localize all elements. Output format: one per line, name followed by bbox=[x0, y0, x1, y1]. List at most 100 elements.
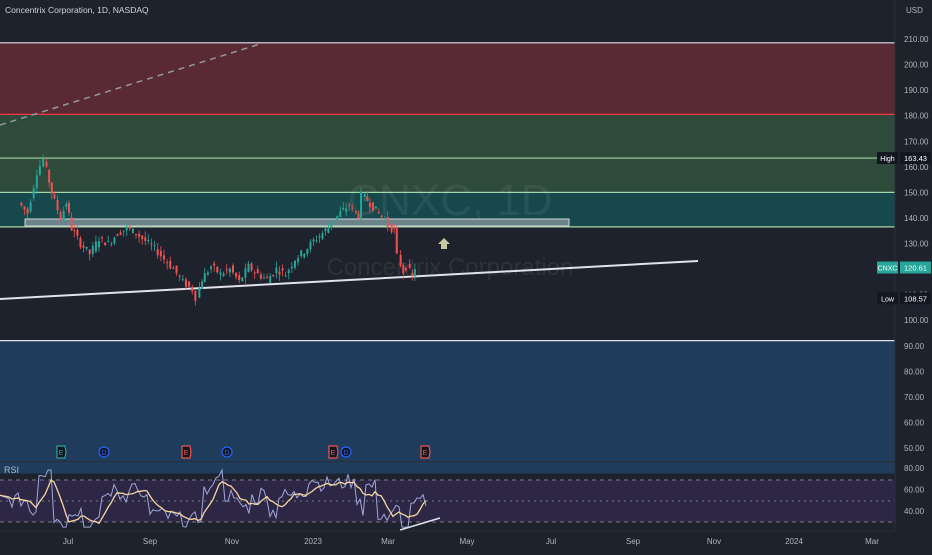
candle-body bbox=[62, 210, 65, 222]
resistance-box[interactable] bbox=[24, 218, 570, 227]
candle-body bbox=[266, 276, 269, 279]
candle-body bbox=[213, 263, 216, 266]
candle-body bbox=[210, 266, 213, 269]
candle-body bbox=[293, 260, 296, 268]
candle-body bbox=[241, 277, 244, 281]
blue-zone[interactable] bbox=[0, 340, 895, 474]
time-tick-label: Mar bbox=[381, 537, 395, 546]
candle-body bbox=[101, 237, 104, 239]
candle-body bbox=[191, 287, 194, 292]
candle-body bbox=[339, 211, 342, 217]
candle-body bbox=[147, 239, 150, 242]
event-marker-dividend[interactable]: D bbox=[221, 446, 233, 458]
candle-body bbox=[262, 277, 265, 279]
candle-body bbox=[203, 273, 206, 283]
candle-body bbox=[374, 206, 377, 209]
candle-body bbox=[188, 281, 191, 287]
chart-svg[interactable]: CNXC, 1D Concentrix Corporation EDEDEDE … bbox=[0, 0, 932, 550]
candle-body bbox=[144, 237, 147, 241]
candle-body bbox=[272, 274, 275, 276]
time-tick-label: Sep bbox=[626, 537, 641, 546]
candle-body bbox=[20, 202, 23, 206]
candle-body bbox=[110, 243, 113, 245]
currency-label: USD bbox=[906, 6, 923, 15]
time-tick-label: 2024 bbox=[785, 537, 803, 546]
candle-body bbox=[395, 227, 398, 254]
price-label-tag: CNXC bbox=[878, 266, 898, 273]
event-marker-earnings[interactable]: E bbox=[181, 445, 192, 459]
rsi-band bbox=[0, 480, 895, 522]
red-zone[interactable] bbox=[0, 42, 895, 115]
candle-body bbox=[327, 226, 330, 233]
candle-body bbox=[408, 263, 411, 268]
candle-body bbox=[333, 221, 336, 223]
candle-body bbox=[194, 290, 197, 301]
event-letter: D bbox=[224, 450, 229, 457]
candle-body bbox=[216, 266, 219, 273]
rsi-tick-label: 60.00 bbox=[904, 486, 925, 495]
candle-body bbox=[70, 217, 73, 231]
event-letter: E bbox=[184, 450, 189, 457]
candle-body bbox=[360, 191, 363, 220]
candle-body bbox=[377, 212, 380, 214]
candle-body bbox=[32, 188, 35, 198]
candle-body bbox=[284, 275, 287, 277]
event-marker-dividend[interactable]: D bbox=[340, 446, 352, 458]
watermark-symbol: CNXC, 1D bbox=[347, 176, 552, 225]
price-tick-label: 210.00 bbox=[904, 35, 929, 44]
candle-body bbox=[345, 208, 348, 212]
price-tick-label: 50.00 bbox=[904, 444, 925, 453]
candle-body bbox=[318, 236, 321, 238]
candle-body bbox=[26, 208, 29, 214]
price-label-high[interactable]: High 163.43 bbox=[877, 152, 931, 165]
candle-body bbox=[56, 200, 59, 211]
candle-body bbox=[198, 287, 201, 298]
time-tick-label: Nov bbox=[225, 537, 239, 546]
candle-body bbox=[244, 268, 247, 278]
chart-container[interactable]: CNXC, 1D Concentrix Corporation EDEDEDE … bbox=[0, 0, 932, 550]
candle-body bbox=[38, 165, 41, 175]
candle-body bbox=[91, 245, 94, 255]
candle-body bbox=[259, 274, 262, 279]
event-letter: D bbox=[343, 450, 348, 457]
candle-body bbox=[68, 203, 70, 213]
price-tick-label: 170.00 bbox=[904, 137, 929, 146]
candle-body bbox=[411, 272, 414, 276]
candle-body bbox=[104, 242, 107, 246]
candle-body bbox=[363, 194, 366, 197]
event-marker-earnings[interactable]: E bbox=[328, 445, 339, 459]
candle-body bbox=[287, 270, 290, 274]
candle-body bbox=[73, 229, 76, 232]
event-marker-earnings[interactable]: E bbox=[420, 445, 431, 459]
price-label-low[interactable]: Low 108.57 bbox=[877, 292, 931, 305]
event-marker-earnings[interactable]: E bbox=[56, 445, 67, 459]
candle-body bbox=[135, 233, 138, 235]
price-label-value: 163.43 bbox=[904, 154, 927, 163]
price-label-cnxc[interactable]: CNXC 120.61 bbox=[877, 261, 931, 274]
candle-body bbox=[275, 267, 278, 273]
candle-body bbox=[159, 250, 162, 257]
candle-body bbox=[128, 226, 131, 229]
candle-body bbox=[324, 228, 327, 232]
candle-body bbox=[312, 239, 315, 242]
candle-body bbox=[48, 169, 51, 183]
price-tick-label: 180.00 bbox=[904, 112, 929, 121]
candle-body bbox=[119, 232, 122, 235]
candle-body bbox=[156, 249, 159, 256]
event-marker-dividend[interactable]: D bbox=[98, 446, 110, 458]
rsi-ticks: 80.00 60.00 40.00 bbox=[904, 464, 925, 516]
candle-body bbox=[35, 175, 38, 189]
pane-separator bbox=[0, 461, 895, 462]
candle-body bbox=[247, 263, 250, 273]
candle-body bbox=[113, 237, 116, 244]
candle-body bbox=[336, 215, 339, 221]
price-tick-label: 100.00 bbox=[904, 316, 929, 325]
time-tick-label: Sep bbox=[143, 537, 158, 546]
candle-body bbox=[330, 224, 333, 228]
candle-body bbox=[162, 255, 165, 260]
candle-body bbox=[65, 203, 68, 207]
candle-body bbox=[232, 265, 234, 273]
price-tick-label: 200.00 bbox=[904, 61, 929, 70]
event-letter: D bbox=[101, 450, 106, 457]
candle-body bbox=[390, 224, 393, 232]
